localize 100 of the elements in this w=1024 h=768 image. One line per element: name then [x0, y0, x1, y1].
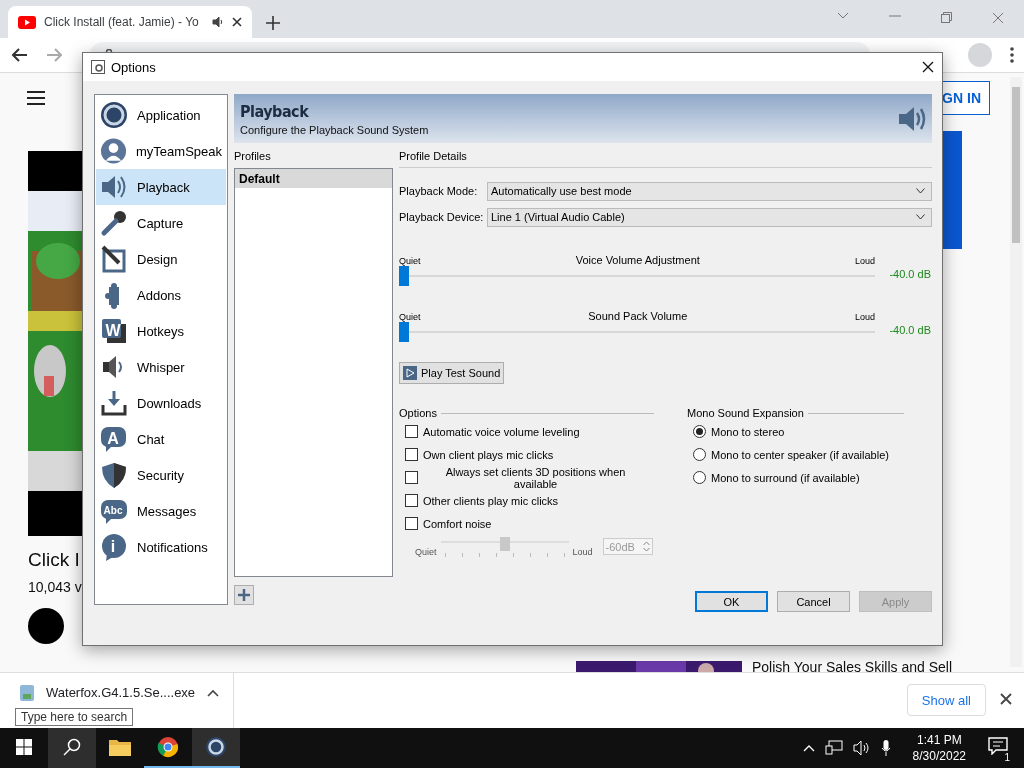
speaker-icon	[898, 104, 928, 133]
checkbox[interactable]	[405, 494, 418, 507]
chevron-down-icon	[916, 214, 925, 220]
search-icon	[63, 738, 81, 756]
field-label: Playback Device:	[399, 211, 485, 223]
category-item[interactable]: Application	[96, 97, 226, 133]
radio-option[interactable]: Mono to center speaker (if available)	[687, 443, 904, 466]
browser-icon	[157, 736, 179, 758]
settings-icon	[91, 60, 105, 74]
volume-slider[interactable]	[399, 266, 875, 286]
slider-max-label: Loud	[854, 312, 875, 322]
slider-thumb[interactable]	[399, 266, 409, 286]
shield-icon	[100, 461, 128, 489]
window-title: Options	[111, 59, 157, 75]
profile-item[interactable]: Default	[235, 169, 392, 188]
radio-option[interactable]: Mono to stereo	[687, 420, 904, 443]
checkbox-option[interactable]: Own client plays mic clicks	[399, 443, 654, 466]
dropdown[interactable]: Line 1 (Virtual Audio Cable)	[487, 207, 932, 227]
category-item[interactable]: Whisper	[96, 349, 226, 385]
person-icon	[100, 137, 127, 165]
volume-slider[interactable]	[399, 322, 875, 342]
browser-tab[interactable]: Click Install (feat. Jamie) - Yo	[8, 6, 252, 38]
close-icon[interactable]	[1000, 693, 1012, 705]
category-item[interactable]: myTeamSpeak	[96, 133, 226, 169]
taskbar-app[interactable]	[48, 728, 96, 768]
speaker-icon[interactable]	[212, 16, 224, 28]
chevron-down-icon[interactable]	[837, 12, 849, 20]
clock-date[interactable]: 8/30/2022	[912, 748, 966, 764]
play-test-sound-button[interactable]: Play Test Sound	[399, 362, 505, 384]
profile-details-label: Profile Details	[399, 150, 932, 168]
checkbox-option[interactable]: Automatic voice volume leveling	[399, 420, 654, 443]
checkbox[interactable]	[405, 425, 418, 438]
dropdown[interactable]: Automatically use best mode	[487, 181, 932, 201]
dialog-button[interactable]: OK	[695, 591, 768, 612]
slider-reading: -40.0 dB	[888, 324, 931, 338]
checkbox-option[interactable]: Comfort noise	[399, 512, 654, 535]
field-label: Playback Mode:	[399, 185, 479, 197]
category-item[interactable]: Abc Messages	[96, 493, 226, 529]
menu-icon[interactable]	[1010, 47, 1014, 63]
maximize-icon[interactable]	[941, 12, 952, 23]
category-item[interactable]: Security	[96, 457, 226, 493]
category-item[interactable]: Downloads	[96, 385, 226, 421]
slider-max-label: Loud	[572, 547, 593, 557]
menu-icon[interactable]	[27, 91, 45, 105]
microphone-icon[interactable]	[880, 740, 891, 756]
add-profile-button[interactable]	[234, 585, 254, 605]
speaker-icon	[100, 173, 128, 201]
radio-button[interactable]	[693, 448, 706, 461]
category-item[interactable]: W Hotkeys	[96, 313, 226, 349]
category-item[interactable]: Capture	[96, 205, 226, 241]
scrollbar-thumb[interactable]	[1012, 87, 1020, 243]
clock-time[interactable]: 1:41 PM	[916, 732, 962, 748]
slider-min-label: Quiet	[399, 256, 421, 266]
slider-max-label: Loud	[854, 256, 875, 266]
ring-icon	[205, 736, 227, 758]
group-title: Options	[399, 407, 437, 419]
plus-icon	[238, 589, 250, 601]
new-tab-icon[interactable]	[266, 16, 280, 30]
video-title[interactable]: Polish Your Sales Skills and Sell	[752, 659, 952, 675]
category-item[interactable]: Design	[96, 241, 226, 277]
network-icon[interactable]	[824, 740, 843, 756]
folder-icon	[109, 738, 131, 756]
microphone-icon	[100, 209, 128, 237]
slider-thumb[interactable]	[399, 322, 409, 342]
category-item[interactable]: i Notifications	[96, 529, 226, 565]
slider-reading: -40.0 dB	[888, 268, 931, 282]
chevron-up-icon[interactable]	[802, 744, 815, 752]
pencil-square-icon	[100, 245, 128, 273]
download-file-name[interactable]: Waterfox.G4.1.5.Se....exe	[46, 685, 196, 700]
checkbox[interactable]	[405, 448, 418, 461]
ring-icon	[100, 101, 128, 129]
radio-button[interactable]	[693, 471, 706, 484]
category-item[interactable]: A Chat	[96, 421, 226, 457]
info-bubble-icon: i	[100, 533, 128, 561]
spin-arrows-icon	[642, 541, 650, 552]
radio-option[interactable]: Mono to surround (if available)	[687, 466, 904, 489]
dialog-button[interactable]: Cancel	[777, 591, 850, 612]
caret-up-icon[interactable]	[207, 688, 220, 697]
taskbar-app[interactable]	[192, 728, 240, 768]
notification-icon[interactable]	[988, 737, 1008, 755]
category-item[interactable]: Playback	[96, 169, 226, 205]
scrollbar[interactable]	[1010, 77, 1022, 667]
comfort-noise-slider[interactable]	[440, 537, 569, 557]
slider-title: Voice Volume Adjustment	[575, 254, 700, 266]
checkbox-option[interactable]: Other clients play mic clicks	[399, 489, 654, 512]
close-icon[interactable]	[232, 17, 242, 27]
group-title: Mono Sound Expansion	[687, 407, 804, 419]
checkbox-option[interactable]: Always set clients 3D positions when available	[399, 466, 654, 489]
category-item[interactable]: Addons	[96, 277, 226, 313]
radio-button[interactable]	[693, 425, 706, 438]
profiles-label: Profiles	[234, 150, 272, 164]
volume-icon[interactable]	[852, 740, 871, 756]
view-count: 10,043 v	[28, 579, 82, 595]
show-all-button[interactable]: Show all	[906, 684, 986, 716]
checkbox[interactable]	[405, 517, 418, 530]
section-subtitle: Configure the Playback Sound System	[240, 123, 429, 136]
close-icon[interactable]	[922, 61, 934, 73]
back-arrow-icon[interactable]	[12, 48, 28, 62]
checkbox[interactable]	[405, 471, 418, 484]
channel-avatar-icon[interactable]	[28, 608, 64, 644]
